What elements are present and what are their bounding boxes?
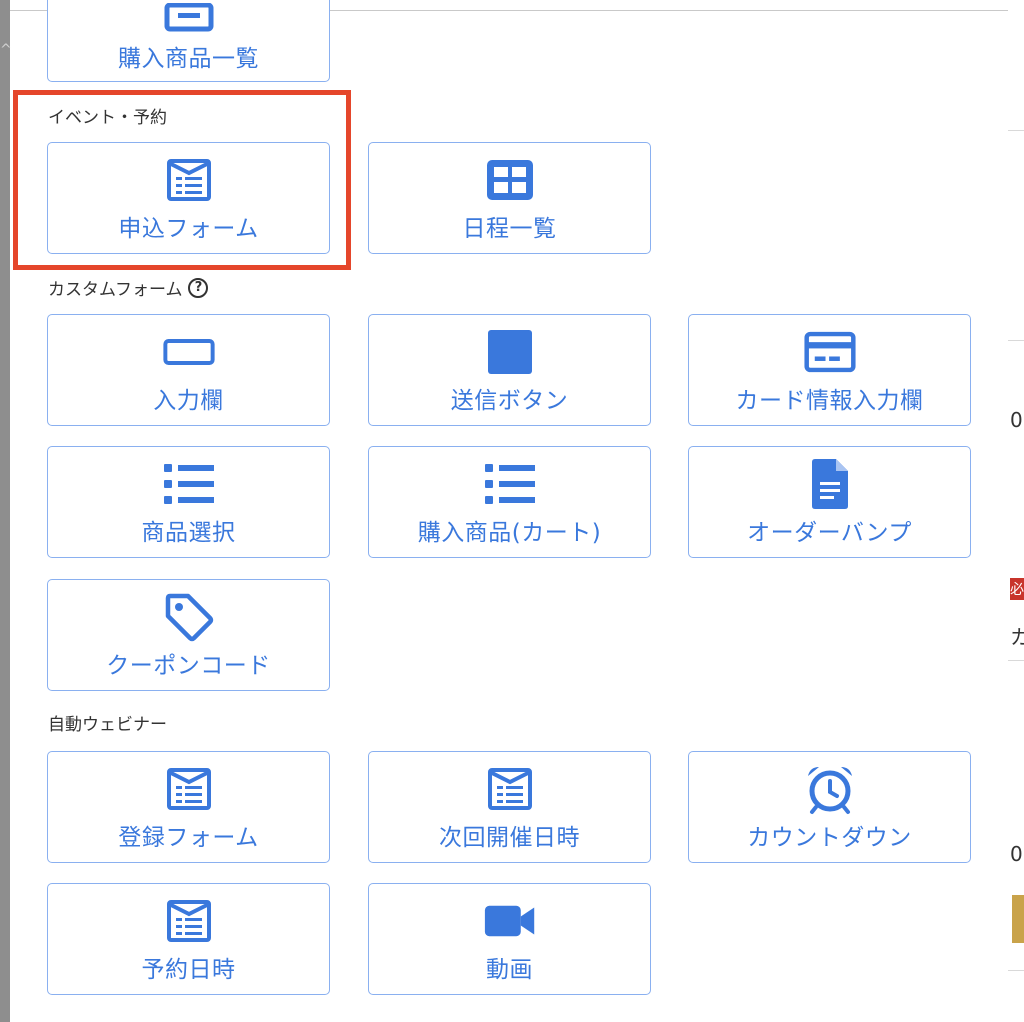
tile-label: 次回開催日時 (439, 825, 580, 851)
tile-label: 登録フォーム (118, 825, 259, 851)
tile-label: 購入商品一覧 (118, 46, 259, 72)
tile-order-bump[interactable]: オーダーバンプ (688, 446, 971, 558)
grid-icon (484, 155, 536, 205)
tile-label: 動画 (486, 957, 533, 983)
tile-label: 購入商品(カート) (417, 520, 602, 546)
tile-label: カード情報入力欄 (735, 388, 924, 414)
tile-next-datetime[interactable]: 次回開催日時 (368, 751, 651, 863)
tile-cart[interactable]: 購入商品(カート) (368, 446, 651, 558)
tile-label: 商品選択 (141, 520, 236, 546)
tile-label: 入力欄 (153, 388, 224, 414)
credit-card-icon (803, 327, 856, 377)
tile-card-input[interactable]: カード情報入力欄 (688, 314, 971, 426)
tile-label: カウントダウン (747, 825, 912, 851)
tile-purchased-products[interactable]: 購入商品一覧 (47, 0, 330, 82)
tile-coupon-code[interactable]: クーポンコード (47, 579, 330, 691)
square-icon (484, 327, 536, 377)
tile-product-select[interactable]: 商品選択 (47, 446, 330, 558)
tile-video[interactable]: 動画 (368, 883, 651, 995)
section-title-custom-form: カスタムフォーム ? (48, 275, 209, 300)
highlight-box (13, 90, 351, 270)
background-page-right: 0 必 カ 0 (1008, 0, 1024, 1022)
tile-register-form[interactable]: 登録フォーム (47, 751, 330, 863)
list-icon (163, 459, 215, 509)
background-badge-text: 必 (1010, 582, 1024, 598)
background-text: 0 (1010, 408, 1023, 432)
chevron-up-icon: ^ (0, 42, 12, 58)
form-icon (484, 764, 536, 814)
input-box-icon (162, 327, 215, 377)
document-icon (804, 459, 856, 509)
help-icon[interactable]: ? (188, 277, 209, 298)
tile-label: 送信ボタン (450, 388, 569, 414)
tile-label: クーポンコード (106, 653, 271, 679)
form-icon (163, 764, 215, 814)
tile-reserve-datetime[interactable]: 予約日時 (47, 883, 330, 995)
section-title-text: 自動ウェビナー (48, 715, 167, 735)
tile-countdown[interactable]: カウントダウン (688, 751, 971, 863)
tile-label: オーダーバンプ (747, 520, 912, 546)
background-text: 0 (1010, 842, 1023, 866)
background-button (1012, 895, 1024, 943)
tile-schedule-list[interactable]: 日程一覧 (368, 142, 651, 254)
section-title-webinar: 自動ウェビナー (48, 710, 167, 735)
tag-icon (163, 592, 215, 642)
background-text: カ (1010, 625, 1024, 649)
list-box-icon (163, 0, 215, 43)
form-icon (163, 896, 215, 946)
section-title-text: カスタムフォーム (48, 280, 183, 300)
alarm-clock-icon (804, 764, 856, 814)
tile-label: 日程一覧 (462, 216, 557, 242)
list-icon (484, 459, 536, 509)
tile-input-field[interactable]: 入力欄 (47, 314, 330, 426)
video-camera-icon (484, 896, 536, 946)
tile-submit-button[interactable]: 送信ボタン (368, 314, 651, 426)
background-page-left (0, 0, 10, 1022)
tile-label: 予約日時 (141, 957, 236, 983)
